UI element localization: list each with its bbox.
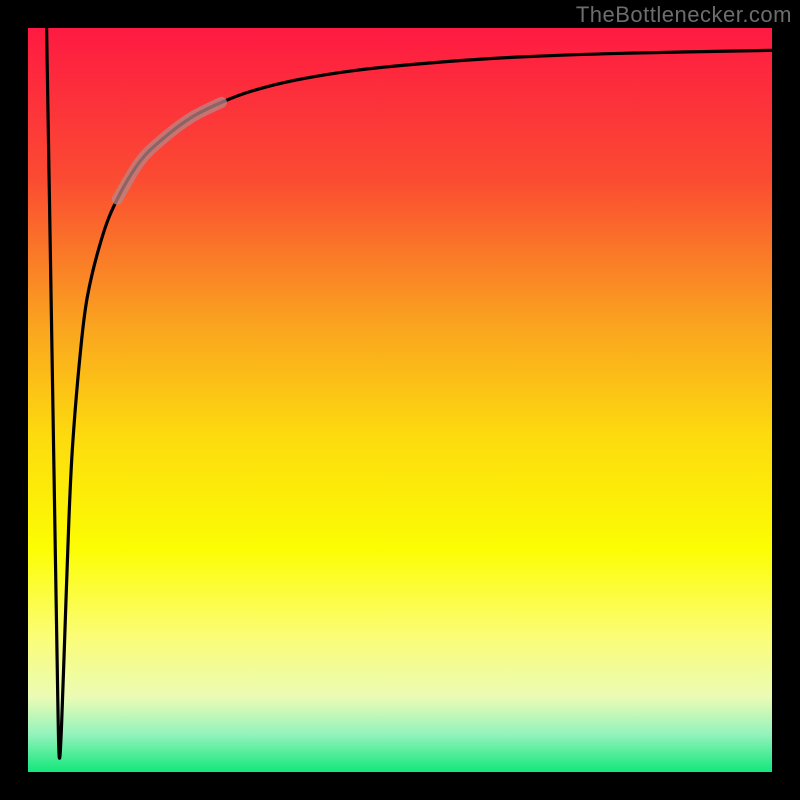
- chart-stage: TheBottlenecker.com: [0, 0, 800, 800]
- frame-border: [0, 0, 28, 800]
- frame-border: [772, 0, 800, 800]
- bottleneck-chart: [0, 0, 800, 800]
- gradient-background: [28, 28, 772, 772]
- attribution-text: TheBottlenecker.com: [576, 2, 792, 28]
- frame-border: [0, 772, 800, 800]
